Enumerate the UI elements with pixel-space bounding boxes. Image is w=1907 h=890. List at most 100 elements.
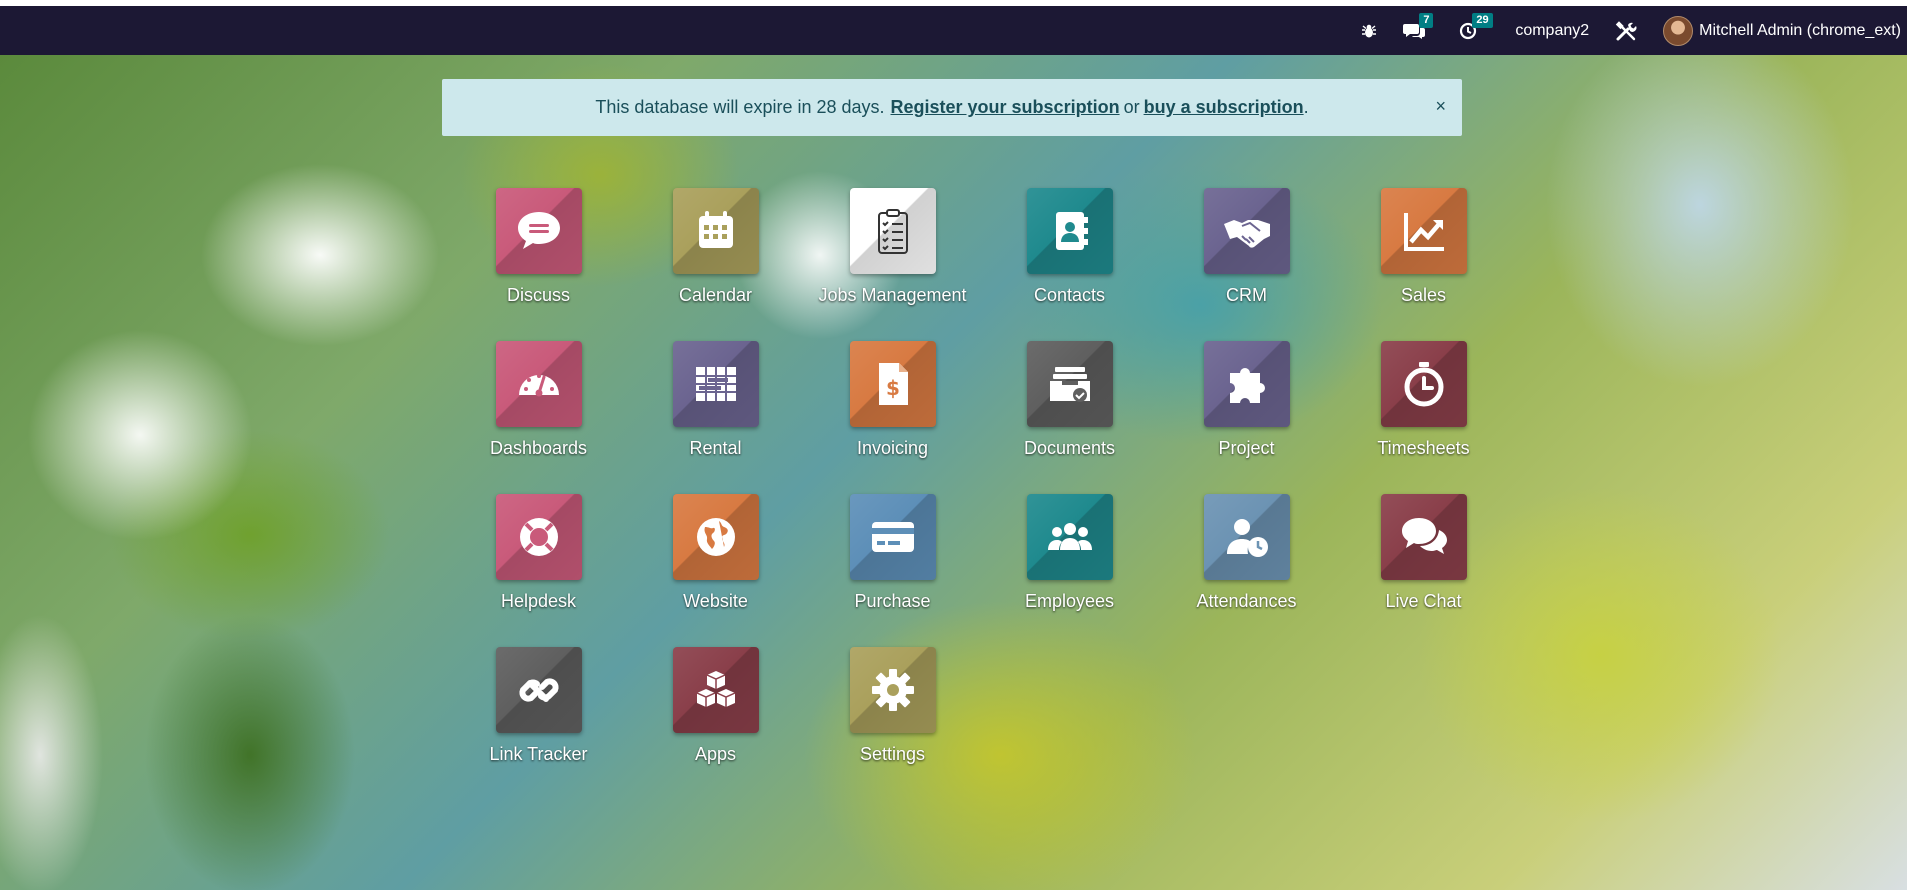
app-icon-tile: [1203, 341, 1290, 427]
company-name: company2: [1515, 21, 1590, 39]
avatar: [1663, 15, 1694, 46]
link-icon: [518, 678, 559, 702]
app-contacts[interactable]: Contacts: [981, 188, 1158, 341]
app-icon-tile: [495, 494, 582, 580]
app-icon-tile: [1380, 188, 1467, 274]
svg-text:$: $: [886, 376, 900, 400]
app-project[interactable]: Project: [1158, 341, 1335, 494]
app-icon-tile: [495, 647, 582, 733]
app-icon-tile: [1380, 341, 1467, 427]
gauge-icon: [518, 374, 559, 397]
app-link-tracker[interactable]: Link Tracker: [450, 647, 627, 800]
app-label: Attendances: [1196, 591, 1297, 611]
app-label: Project: [1218, 438, 1275, 458]
debug-toggle[interactable]: [1361, 23, 1377, 39]
chat-bubbles-icon: [1401, 518, 1447, 554]
app-label: Settings: [859, 744, 926, 764]
app-documents[interactable]: Documents: [981, 341, 1158, 494]
app-label: Live Chat: [1385, 591, 1462, 611]
app-calendar[interactable]: Calendar: [627, 188, 804, 341]
app-label: Invoicing: [856, 438, 929, 458]
app-label: Apps: [694, 744, 737, 764]
app-icon-tile: [672, 188, 759, 274]
user-clock-icon: [1226, 519, 1268, 557]
app-label: Discuss: [506, 285, 570, 305]
app-label: Helpdesk: [500, 591, 577, 611]
buy-subscription-link[interactable]: buy a subscription: [1144, 97, 1304, 118]
activities-menu[interactable]: 29: [1459, 12, 1493, 40]
bug-icon: [1361, 23, 1377, 39]
app-icon-tile: [495, 188, 582, 274]
or-text: or: [1123, 97, 1140, 117]
app-apps[interactable]: Apps: [627, 647, 804, 800]
people-group-icon: [1047, 523, 1092, 550]
app-label: Employees: [1024, 591, 1115, 611]
app-employees[interactable]: Employees: [981, 494, 1158, 647]
app-icon-tile: [1380, 494, 1467, 580]
cubes-icon: [696, 671, 735, 707]
app-icon-tile: [849, 188, 936, 274]
app-icon-tile: [672, 494, 759, 580]
app-label: Documents: [1023, 438, 1116, 458]
app-attendances[interactable]: Attendances: [1158, 494, 1335, 647]
activities-counter-badge: 29: [1472, 12, 1493, 28]
app-website[interactable]: Website: [627, 494, 804, 647]
subscription-alert: This database will expire in 28 days. Re…: [442, 79, 1462, 136]
register-subscription-link[interactable]: Register your subscription: [891, 97, 1120, 118]
app-label: Sales: [1400, 285, 1447, 305]
app-icon-tile: [1026, 494, 1113, 580]
company-switcher[interactable]: company2: [1515, 22, 1589, 40]
app-sales[interactable]: Sales: [1335, 188, 1512, 341]
app-label: Contacts: [1033, 285, 1106, 305]
app-purchase[interactable]: Purchase: [804, 494, 981, 647]
app-helpdesk[interactable]: Helpdesk: [450, 494, 627, 647]
period-text: .: [1303, 97, 1309, 117]
app-live-chat[interactable]: Live Chat: [1335, 494, 1512, 647]
app-label: Link Tracker: [489, 744, 588, 764]
tools-menu[interactable]: [1615, 20, 1637, 42]
app-label: Website: [683, 591, 748, 611]
app-rental[interactable]: Rental: [627, 341, 804, 494]
handshake-icon: [1223, 220, 1270, 248]
gear-icon: [871, 669, 914, 711]
app-label: Timesheets: [1377, 438, 1470, 458]
app-label: Rental: [689, 438, 742, 458]
app-icon-tile: [1203, 188, 1290, 274]
app-icon-tile: [672, 647, 759, 733]
app-label: Calendar: [678, 285, 753, 305]
calendar-icon: [698, 211, 733, 248]
app-crm[interactable]: CRM: [1158, 188, 1335, 341]
puzzle-icon: [1229, 368, 1265, 403]
close-button[interactable]: ×: [1435, 96, 1446, 117]
app-label: Jobs Management: [818, 285, 967, 305]
table-grid-icon: [695, 367, 736, 401]
app-icon-tile: [1203, 494, 1290, 580]
app-icon-tile: [1026, 341, 1113, 427]
credit-card-icon: [871, 522, 914, 552]
app-timesheets[interactable]: Timesheets: [1335, 341, 1512, 494]
apps-grid: Discuss Calendar Jobs Management Contact…: [450, 188, 1570, 800]
app-icon-tile: $: [849, 341, 936, 427]
app-invoicing[interactable]: $ Invoicing: [804, 341, 981, 494]
app-icon-tile: [849, 494, 936, 580]
user-name: Mitchell Admin (chrome_ext): [1699, 21, 1901, 39]
clipboard-checklist-icon: [877, 209, 908, 254]
expiry-text: This database will expire in 28 days.: [595, 97, 885, 117]
tools-icon: [1615, 20, 1637, 42]
app-icon-tile: [672, 341, 759, 427]
messages-menu[interactable]: 7: [1403, 12, 1434, 40]
invoice-dollar-icon: $: [878, 363, 908, 405]
trending-chart-icon: [1403, 213, 1444, 251]
app-dashboards[interactable]: Dashboards: [450, 341, 627, 494]
app-label: Dashboards: [489, 438, 588, 458]
app-settings[interactable]: Settings: [804, 647, 981, 800]
user-menu[interactable]: Mitchell Admin (chrome_ext): [1663, 15, 1901, 46]
app-jobs-management[interactable]: Jobs Management: [804, 188, 981, 341]
app-discuss[interactable]: Discuss: [450, 188, 627, 341]
inbox-tray-icon: [1049, 367, 1090, 402]
app-icon-tile: [849, 647, 936, 733]
top-navbar: 7 29 company2 Mitchell Admin (chrome_ext…: [0, 6, 1907, 55]
lifebuoy-icon: [519, 518, 558, 556]
stopwatch-icon: [1404, 362, 1443, 407]
app-label: CRM: [1226, 285, 1267, 305]
